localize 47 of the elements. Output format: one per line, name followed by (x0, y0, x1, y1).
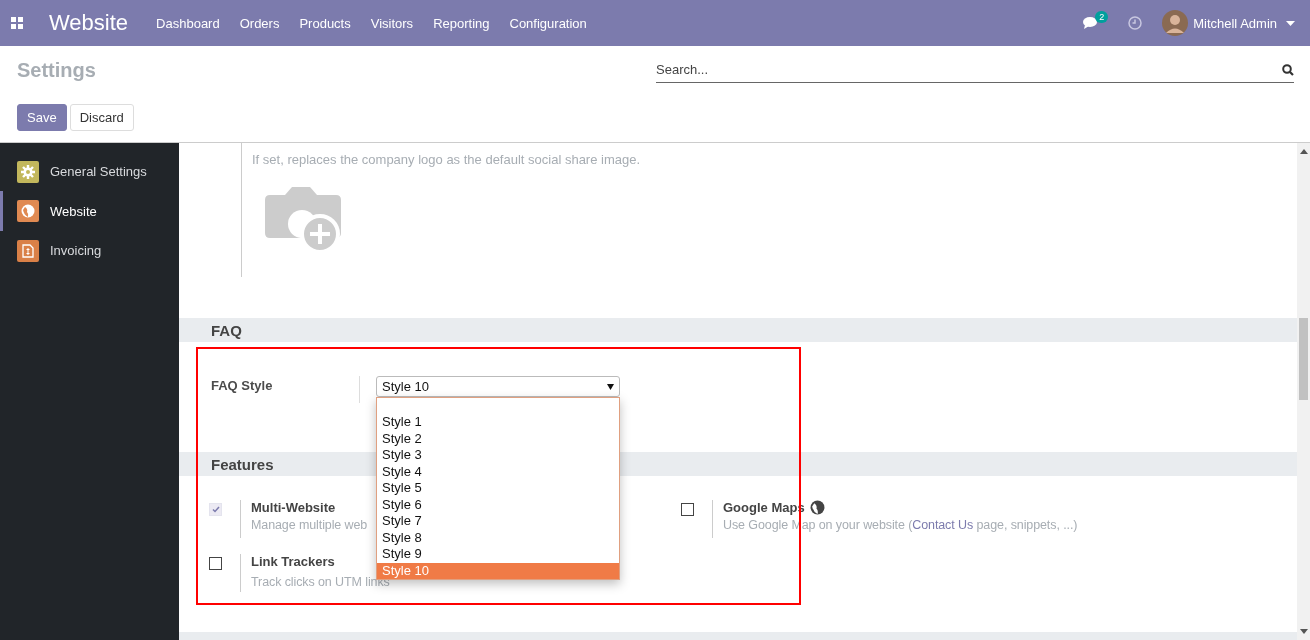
scroll-up-icon[interactable] (1299, 149, 1308, 154)
search-icon[interactable] (1282, 63, 1294, 76)
feature-title: Multi-Website (251, 500, 336, 515)
avatar-icon (1162, 10, 1189, 36)
menu-item[interactable]: Visitors (370, 15, 414, 31)
dropdown-option[interactable]: Style 1 (377, 414, 619, 431)
setting-description: If set, replaces the company logo as the default social share image. (252, 152, 641, 167)
app-title: Website (49, 10, 129, 36)
scrollbar-thumb[interactable] (1299, 318, 1308, 400)
dropdown-arrow-icon (607, 383, 614, 390)
menu-item[interactable]: Configuration (509, 15, 587, 31)
feature-title: Link Trackers (251, 554, 335, 569)
section-title: Features (211, 455, 274, 473)
menu-item[interactable]: Orders (239, 15, 280, 31)
menu-item[interactable]: Dashboard (156, 15, 220, 31)
dropdown-option[interactable]: Style 3 (377, 447, 619, 464)
search-input[interactable]: Search... (656, 62, 1282, 77)
section-title: FAQ (211, 321, 242, 339)
scrollbar[interactable] (1297, 143, 1310, 640)
style-select[interactable]: Style 10 (376, 376, 620, 397)
save-button[interactable]: Save (17, 104, 67, 131)
page-title: Settings (17, 58, 96, 82)
checkbox[interactable] (209, 557, 222, 570)
apps-grid-icon[interactable] (11, 17, 23, 29)
feature-description: Manage multiple web (251, 518, 368, 532)
dropdown-option[interactable]: Style 9 (377, 546, 619, 563)
sidebar-item[interactable]: Invoicing (0, 239, 179, 262)
checkbox[interactable] (681, 503, 694, 516)
sidebar-item[interactable]: General Settings (0, 160, 179, 183)
scroll-down-icon[interactable] (1299, 629, 1308, 634)
message-count-badge: 2 (1095, 11, 1109, 23)
dropdown-option[interactable]: Style 2 (377, 430, 619, 447)
sidebar-item[interactable]: Website (0, 191, 179, 231)
dropdown-option[interactable]: Style 7 (377, 513, 619, 530)
contact-us-link[interactable]: Contact Us (912, 518, 974, 532)
menu-item[interactable]: Reporting (433, 15, 490, 31)
menu-item[interactable]: Products (299, 15, 351, 31)
field-label: FAQ Style (211, 377, 274, 393)
discard-button[interactable]: Discard (69, 104, 134, 131)
dropdown-option[interactable]: Style 6 (377, 496, 619, 513)
caret-icon (1286, 20, 1295, 26)
user-menu[interactable]: Mitchell Admin (1162, 10, 1295, 36)
clock-icon[interactable] (1128, 16, 1143, 30)
dropdown-option[interactable]: Style 4 (377, 463, 619, 480)
search-field[interactable]: Search... (656, 58, 1294, 83)
dropdown-option[interactable]: Style 5 (377, 480, 619, 497)
dropdown-option[interactable]: Style 8 (377, 529, 619, 546)
